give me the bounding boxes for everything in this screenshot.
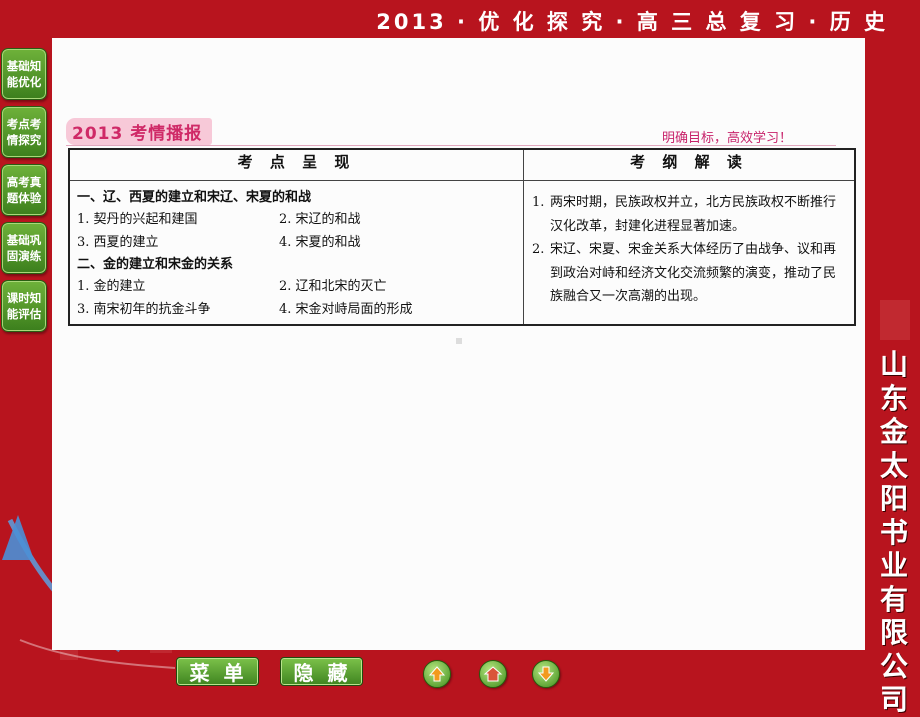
list-item: 1. 两宋时期，民族政权并立，北方民族政权不断推行汉化改革，封建化进程显著加速。: [532, 191, 846, 238]
menu-button[interactable]: 菜单: [176, 657, 259, 686]
nav-item-basic-knowledge[interactable]: 基础知能优化: [1, 48, 47, 100]
item-text: 4. 宋金对峙局面的形成: [279, 301, 413, 317]
item-text: 4. 宋夏的和战: [279, 234, 361, 250]
item-number: 1.: [532, 195, 545, 210]
list-item: 3. 西夏的建立 4. 宋夏的和战: [77, 232, 517, 255]
table-header-right: 考 纲 解 读: [523, 148, 856, 181]
header-title: 2013 · 优 化 探 究 · 高 三 总 复 习 · 历 史: [376, 10, 888, 34]
nav-item-assessment[interactable]: 课时知能评估: [1, 280, 47, 332]
list-item: 1. 契丹的兴起和建国 2. 宋辽的和战: [77, 209, 517, 232]
item-text: 1. 契丹的兴起和建国: [77, 212, 198, 227]
item-text: 3. 西夏的建立: [77, 234, 159, 250]
item-text: 3. 南宋初年的抗金斗争: [77, 301, 211, 317]
arrow-up-icon: [428, 666, 446, 682]
list-item: 1. 金的建立 2. 辽和北宋的灭亡: [77, 276, 517, 299]
item-number: 2.: [532, 242, 545, 257]
section-tag: 2013 考情播报: [66, 118, 213, 145]
item-text: 1. 金的建立: [77, 279, 146, 294]
home-icon: [483, 666, 503, 682]
section-tag-wrap: 2013 考情播报: [66, 118, 213, 145]
nav-item-drills[interactable]: 基础巩固演练: [1, 222, 47, 274]
nav-item-exam-points[interactable]: 考点考情探究: [1, 106, 47, 158]
section-motto: 明确目标，高效学习！: [662, 131, 793, 146]
item-text: 两宋时期，民族政权并立，北方民族政权不断推行汉化改革，封建化进程显著加速。: [550, 195, 837, 234]
list-item: 2. 宋辽、宋夏、宋金关系大体经历了由战争、议和再到政治对峙和经济文化交流频繁的…: [532, 238, 846, 309]
slide-marker: [456, 338, 462, 344]
table-row: 一、辽、西夏的建立和宋辽、宋夏的和战 1. 契丹的兴起和建国 2. 宋辽的和战 …: [68, 180, 856, 326]
hide-button[interactable]: 隐藏: [280, 657, 363, 686]
home-button[interactable]: [479, 660, 507, 688]
section1-title: 一、辽、西夏的建立和宋辽、宋夏的和战: [77, 190, 312, 205]
previous-button[interactable]: [423, 660, 451, 688]
section2-title: 二、金的建立和宋金的关系: [77, 257, 234, 272]
next-button[interactable]: [532, 660, 560, 688]
list-item: 3. 南宋初年的抗金斗争 4. 宋金对峙局面的形成: [77, 299, 517, 322]
item-text: 2. 宋辽的和战: [279, 212, 361, 227]
company-name: 山东金太阳书业有限公司: [879, 348, 908, 716]
arrow-down-icon: [537, 666, 555, 682]
exam-table: 考 点 呈 现 考 纲 解 读 一、辽、西夏的建立和宋辽、宋夏的和战 1. 契丹…: [68, 148, 856, 326]
exam-points-cell: 一、辽、西夏的建立和宋辽、宋夏的和战 1. 契丹的兴起和建国 2. 宋辽的和战 …: [68, 180, 524, 326]
syllabus-cell: 1. 两宋时期，民族政权并立，北方民族政权不断推行汉化改革，封建化进程显著加速。…: [523, 180, 856, 326]
section-divider: [66, 145, 836, 146]
nav-item-real-exams[interactable]: 高考真题体验: [1, 164, 47, 216]
item-text: 宋辽、宋夏、宋金关系大体经历了由战争、议和再到政治对峙和经济文化交流频繁的演变，…: [550, 242, 837, 304]
table-header-left: 考 点 呈 现: [68, 148, 524, 181]
item-text: 2. 辽和北宋的灭亡: [279, 279, 387, 294]
table-header-row: 考 点 呈 现 考 纲 解 读: [68, 148, 856, 181]
